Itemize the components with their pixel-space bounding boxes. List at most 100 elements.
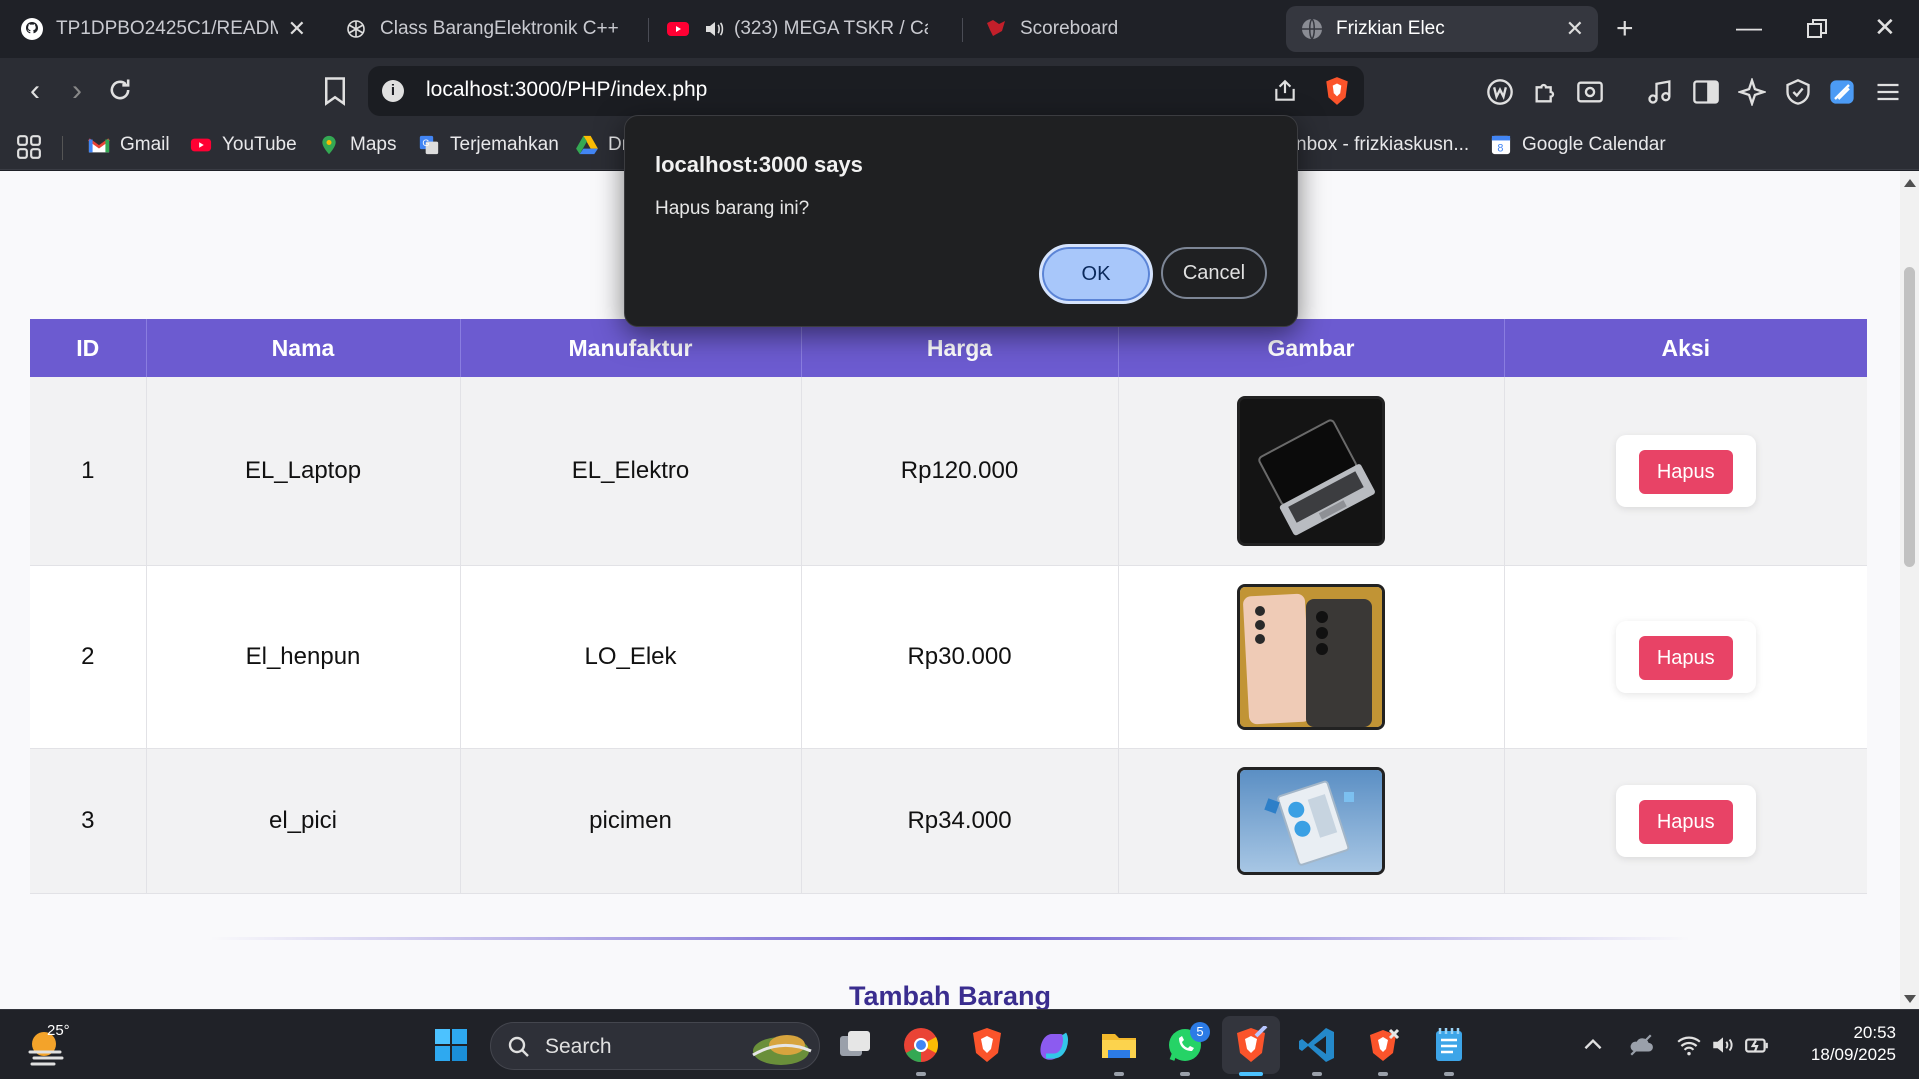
column-header-harga: Harga xyxy=(801,319,1119,377)
delete-form: Hapus xyxy=(1615,784,1756,857)
wallet-icon[interactable] xyxy=(1486,78,1514,106)
search-label: Search xyxy=(545,1035,612,1058)
apps-grid-icon[interactable] xyxy=(16,134,42,160)
brave-shield-icon[interactable] xyxy=(1324,76,1350,106)
hapus-button[interactable]: Hapus xyxy=(1638,635,1733,680)
back-icon[interactable]: ‹ xyxy=(18,74,52,108)
openai-icon xyxy=(347,20,365,38)
page-scrollbar[interactable] xyxy=(1900,171,1919,1009)
new-tab-button[interactable]: + xyxy=(1616,14,1634,44)
brave-icon[interactable] xyxy=(968,1026,1006,1064)
address-url[interactable]: localhost:3000/PHP/index.php xyxy=(426,78,707,102)
scroll-up-icon[interactable] xyxy=(1904,179,1916,187)
cell-id: 1 xyxy=(30,377,147,566)
address-bar[interactable]: i localhost:3000/PHP/index.php xyxy=(368,66,1364,116)
column-header-manufaktur: Manufaktur xyxy=(460,319,802,377)
brave-beta-icon[interactable] xyxy=(1364,1026,1402,1064)
tab-frizkian-elec[interactable]: Frizkian Elec ✕ xyxy=(1286,6,1598,52)
cell-aksi: Hapus xyxy=(1504,377,1867,566)
site-info-icon[interactable]: i xyxy=(382,80,404,102)
close-icon[interactable]: ✕ xyxy=(1566,16,1584,42)
close-icon[interactable]: ✕ xyxy=(288,16,306,42)
menu-icon[interactable] xyxy=(1874,78,1902,106)
scoreboard-icon xyxy=(987,20,1005,36)
notepad-icon[interactable] xyxy=(1430,1026,1468,1064)
copilot-icon[interactable] xyxy=(1034,1026,1072,1064)
chrome-icon[interactable] xyxy=(902,1026,940,1064)
vscode-icon[interactable] xyxy=(1298,1026,1336,1064)
extensions-icon[interactable] xyxy=(1532,78,1560,106)
music-icon[interactable] xyxy=(1646,78,1674,106)
share-icon[interactable] xyxy=(1272,78,1298,104)
app-active-indicator xyxy=(1239,1072,1263,1076)
chevron-up-icon[interactable] xyxy=(1580,1032,1606,1058)
gmail-icon xyxy=(88,138,110,153)
restore-icon[interactable] xyxy=(1806,18,1828,40)
ok-button[interactable]: OK xyxy=(1039,244,1153,304)
tab-scoreboard[interactable]: Scoreboard xyxy=(970,6,1270,52)
bookmark-maps[interactable]: Maps xyxy=(318,134,396,156)
app-running-indicator xyxy=(1312,1072,1322,1076)
sidebar-icon[interactable] xyxy=(1692,78,1720,106)
column-header-nama: Nama xyxy=(146,319,461,377)
volume-icon[interactable] xyxy=(1710,1032,1736,1058)
bookmark-gmail[interactable]: Gmail xyxy=(88,134,170,156)
vpn-icon[interactable] xyxy=(1784,78,1812,106)
translate-icon: G xyxy=(419,135,439,155)
forward-icon[interactable]: › xyxy=(60,74,94,108)
leo-ai-icon[interactable] xyxy=(1738,78,1766,106)
app-running-indicator xyxy=(1378,1072,1388,1076)
cell-gambar xyxy=(1118,748,1505,894)
bookmark-icon[interactable] xyxy=(322,76,348,106)
search-icon xyxy=(508,1036,529,1057)
github-icon xyxy=(21,18,43,40)
items-table: ID Nama Manufaktur Harga Gambar Aksi 1 E… xyxy=(30,319,1867,894)
table-row: 3 el_pici picimen Rp34.000 Hapus xyxy=(30,748,1867,894)
onedrive-icon[interactable] xyxy=(1628,1032,1654,1058)
table-header-row: ID Nama Manufaktur Harga Gambar Aksi xyxy=(30,319,1867,377)
hapus-button[interactable]: Hapus xyxy=(1638,449,1733,494)
bookmark-youtube[interactable]: YouTube xyxy=(190,134,297,156)
windows-start-icon[interactable] xyxy=(434,1028,468,1062)
tab-title: Class BarangElektronik C++ xyxy=(380,18,619,39)
bookmark-label: Terjemahkan xyxy=(450,134,559,155)
cell-id: 3 xyxy=(30,748,147,894)
close-window-icon[interactable]: ✕ xyxy=(1874,12,1896,43)
bookmark-terjemahkan[interactable]: G Terjemahkan xyxy=(418,134,559,156)
cell-manufaktur: picimen xyxy=(460,748,802,894)
speaker-icon[interactable] xyxy=(702,17,726,41)
youtube-icon xyxy=(190,138,212,152)
scroll-down-icon[interactable] xyxy=(1904,995,1916,1003)
maps-icon xyxy=(322,135,336,155)
youtube-icon xyxy=(667,22,689,36)
cell-nama: el_pici xyxy=(146,748,461,894)
taskbar-clock[interactable]: 20:53 18/09/2025 xyxy=(1796,1022,1896,1066)
file-explorer-icon[interactable] xyxy=(1100,1026,1138,1064)
brave-rewards-icon[interactable] xyxy=(1828,78,1856,106)
bookmark-drive[interactable]: Dr xyxy=(576,134,628,156)
hapus-button[interactable]: Hapus xyxy=(1638,799,1733,844)
battery-charging-icon[interactable] xyxy=(1744,1032,1770,1058)
task-view-icon[interactable] xyxy=(836,1026,874,1064)
bookmark-label: Google Calendar xyxy=(1522,134,1666,155)
wifi-icon[interactable] xyxy=(1676,1032,1702,1058)
bookmark-inbox[interactable]: nbox - frizkiaskusn... xyxy=(1296,134,1469,156)
search-highlight-icon xyxy=(752,1035,812,1065)
clock-date: 18/09/2025 xyxy=(1810,1045,1896,1064)
app-running-indicator xyxy=(916,1072,926,1076)
screenshot-icon[interactable] xyxy=(1576,78,1604,106)
cancel-button[interactable]: Cancel xyxy=(1161,247,1267,299)
brave-active-icon[interactable] xyxy=(1232,1026,1270,1064)
tab-github[interactable]: TP1DPBO2425C1/README. ✕ xyxy=(6,6,320,52)
bookmark-calendar[interactable]: 8 Google Calendar xyxy=(1490,134,1666,156)
tab-chatgpt[interactable]: Class BarangElektronik C++ xyxy=(330,6,646,52)
phone-image xyxy=(1237,583,1385,730)
svg-text:8: 8 xyxy=(1497,142,1503,154)
reload-icon[interactable] xyxy=(106,76,134,104)
taskbar-search[interactable]: Search xyxy=(490,1022,820,1070)
tab-youtube[interactable]: (323) MEGA TSKR / Camelli xyxy=(652,6,942,52)
table-row: 1 EL_Laptop EL_Elektro Rp120.000 Hapus xyxy=(30,377,1867,566)
scroll-thumb[interactable] xyxy=(1904,267,1915,567)
add-item-title: Tambah Barang xyxy=(848,981,1052,1009)
minimize-icon[interactable]: — xyxy=(1736,12,1762,43)
